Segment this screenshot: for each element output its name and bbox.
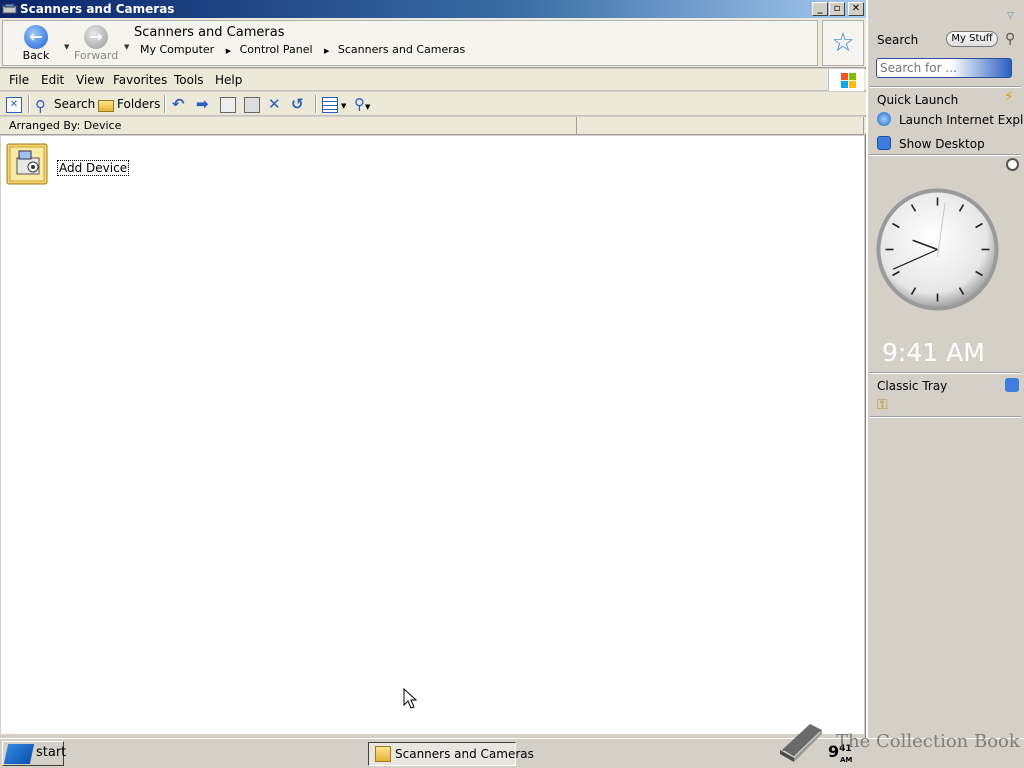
quick-launch-item-label: Launch Internet Explorer bbox=[899, 113, 1023, 127]
start-label: start bbox=[36, 745, 67, 760]
list-header-empty-column[interactable] bbox=[578, 117, 864, 135]
breadcrumb-scanners-and-cameras[interactable]: Scanners and Cameras bbox=[338, 43, 465, 56]
add-device-label: Add Device bbox=[57, 160, 130, 176]
windows-sidebar: ▽ Search My Stuff ⚲ Quick Launch ⚡ Launc… bbox=[867, 0, 1024, 738]
quick-launch-item-label: Show Desktop bbox=[899, 137, 985, 151]
close-pane-icon: ✕ bbox=[6, 96, 22, 113]
mouse-pointer-icon bbox=[403, 688, 417, 709]
folders-icon bbox=[98, 99, 114, 112]
sidebar-divider bbox=[870, 372, 1021, 374]
menu-view[interactable]: View bbox=[76, 73, 104, 87]
scanner-folder-icon bbox=[375, 746, 391, 762]
maximize-button[interactable]: ▫ bbox=[829, 2, 845, 16]
lightning-bolt-icon[interactable]: ⚡ bbox=[1004, 89, 1014, 105]
copy-to-icon[interactable] bbox=[220, 95, 239, 113]
arrow-right-icon: → bbox=[84, 25, 108, 49]
back-label: Back bbox=[22, 49, 50, 62]
location-title: Scanners and Cameras bbox=[134, 25, 285, 40]
breadcrumb-separator-icon: ▶ bbox=[225, 47, 232, 55]
device-list-pane[interactable]: Add Device bbox=[1, 136, 864, 734]
delete-icon[interactable]: ✕ bbox=[268, 95, 281, 113]
close-button[interactable]: ✕ bbox=[848, 2, 864, 16]
add-device-icon bbox=[6, 143, 48, 185]
classic-tray-title: Classic Tray bbox=[877, 379, 948, 393]
back-button[interactable]: ← Back bbox=[14, 25, 58, 62]
windows-logo-icon bbox=[828, 69, 864, 91]
menu-favorites[interactable]: Favorites bbox=[113, 73, 167, 87]
menu-help[interactable]: Help bbox=[215, 73, 242, 87]
breadcrumb-my-computer[interactable]: My Computer bbox=[140, 43, 214, 56]
menu-bar: File Edit View Favorites Tools Help bbox=[0, 69, 866, 91]
address-panel: ← Back ▼ → Forward ▼ Scanners and Camera… bbox=[2, 20, 818, 66]
watermark-text: The Collection Book bbox=[836, 731, 1020, 752]
scanner-app-icon bbox=[2, 3, 17, 14]
sidebar-divider bbox=[870, 86, 1021, 88]
search-button-label: Search bbox=[54, 97, 96, 111]
my-stuff-button[interactable]: My Stuff bbox=[946, 31, 998, 47]
search-icon: ⚲ bbox=[35, 96, 46, 115]
search-magnifier-icon[interactable]: ⚲ bbox=[1005, 31, 1015, 47]
views-grid-icon bbox=[322, 96, 338, 113]
sidebar-divider bbox=[870, 154, 1021, 156]
toolbar-separator bbox=[315, 95, 317, 113]
tray-clock-ampm: AM bbox=[840, 756, 853, 764]
arranged-by-header[interactable]: Arranged By: Device bbox=[0, 117, 577, 135]
breadcrumb: My Computer ▶ Control Panel ▶ Scanners a… bbox=[140, 43, 465, 56]
keys-tray-icon[interactable]: ⚿ bbox=[877, 397, 888, 413]
standard-toolbar: ✕ ⚲ Search Folders ↶ ➡ ✕ ↺ ▼ ⚲▼ bbox=[0, 92, 866, 116]
list-header: Arranged By: Device bbox=[0, 117, 866, 135]
sidebar-divider bbox=[870, 416, 1021, 418]
taskbar-button-label: Scanners and Cameras bbox=[395, 747, 534, 761]
quick-launch-show-desktop[interactable]: Show Desktop bbox=[877, 136, 1023, 151]
folders-button[interactable]: Folders bbox=[98, 95, 160, 113]
taskbar-button-scanners-and-cameras[interactable]: Scanners and Cameras bbox=[368, 742, 534, 766]
breadcrumb-control-panel[interactable]: Control Panel bbox=[240, 43, 313, 56]
window-title: Scanners and Cameras bbox=[20, 2, 175, 16]
search-button[interactable]: ⚲ Search bbox=[35, 95, 96, 115]
toolbar-separator bbox=[164, 95, 166, 113]
show-desktop-icon bbox=[877, 136, 891, 150]
back-history-dropdown[interactable]: ▼ bbox=[64, 43, 69, 51]
views-button[interactable]: ▼ bbox=[322, 95, 346, 113]
forward-label: Forward bbox=[74, 49, 119, 62]
move-to-icon[interactable]: ➡ bbox=[196, 95, 209, 113]
quick-launch-title: Quick Launch bbox=[877, 93, 959, 107]
properties-icon[interactable] bbox=[244, 95, 263, 113]
close-pane-button[interactable]: ✕ bbox=[6, 95, 25, 113]
clock-icon[interactable] bbox=[1006, 158, 1019, 171]
forward-history-dropdown[interactable]: ▼ bbox=[124, 43, 129, 51]
tray-settings-icon[interactable] bbox=[1005, 378, 1019, 392]
quick-launch-internet-explorer[interactable]: Launch Internet Explorer bbox=[877, 112, 1023, 127]
menu-edit[interactable]: Edit bbox=[41, 73, 64, 87]
menu-file[interactable]: File bbox=[9, 73, 29, 87]
internet-explorer-icon bbox=[877, 112, 891, 126]
forward-button[interactable]: → Forward bbox=[74, 25, 118, 62]
sidebar-menu-chevron-icon[interactable]: ▽ bbox=[1007, 11, 1014, 21]
arrow-left-icon: ← bbox=[24, 25, 48, 49]
book-icon bbox=[780, 724, 822, 762]
undo-icon[interactable]: ↺ bbox=[291, 95, 304, 113]
back-arrow-icon[interactable]: ↶ bbox=[172, 95, 185, 113]
start-button[interactable]: start bbox=[2, 741, 67, 766]
search-tile-title: Search bbox=[877, 33, 919, 47]
breadcrumb-separator-icon: ▶ bbox=[324, 47, 330, 55]
windows-flag-icon bbox=[3, 744, 35, 764]
navigation-band: ← Back ▼ → Forward ▼ Scanners and Camera… bbox=[0, 18, 866, 68]
favorites-star-icon[interactable]: ☆ bbox=[822, 20, 864, 66]
title-bar[interactable]: Scanners and Cameras _ ▫ ✕ bbox=[0, 0, 866, 18]
sidebar-search-input[interactable] bbox=[876, 58, 1012, 78]
folders-button-label: Folders bbox=[117, 97, 161, 111]
add-device-item[interactable]: Add Device bbox=[5, 140, 130, 188]
digital-clock-time: 9:41 AM bbox=[882, 338, 985, 367]
minimize-button[interactable]: _ bbox=[812, 2, 828, 16]
explorer-window: Scanners and Cameras _ ▫ ✕ ← Back ▼ → Fo… bbox=[0, 0, 866, 738]
menu-tools[interactable]: Tools bbox=[174, 73, 204, 87]
toolbar-separator bbox=[28, 95, 30, 113]
analog-clock bbox=[876, 188, 999, 311]
zoom-search-icon[interactable]: ⚲▼ bbox=[354, 95, 370, 113]
